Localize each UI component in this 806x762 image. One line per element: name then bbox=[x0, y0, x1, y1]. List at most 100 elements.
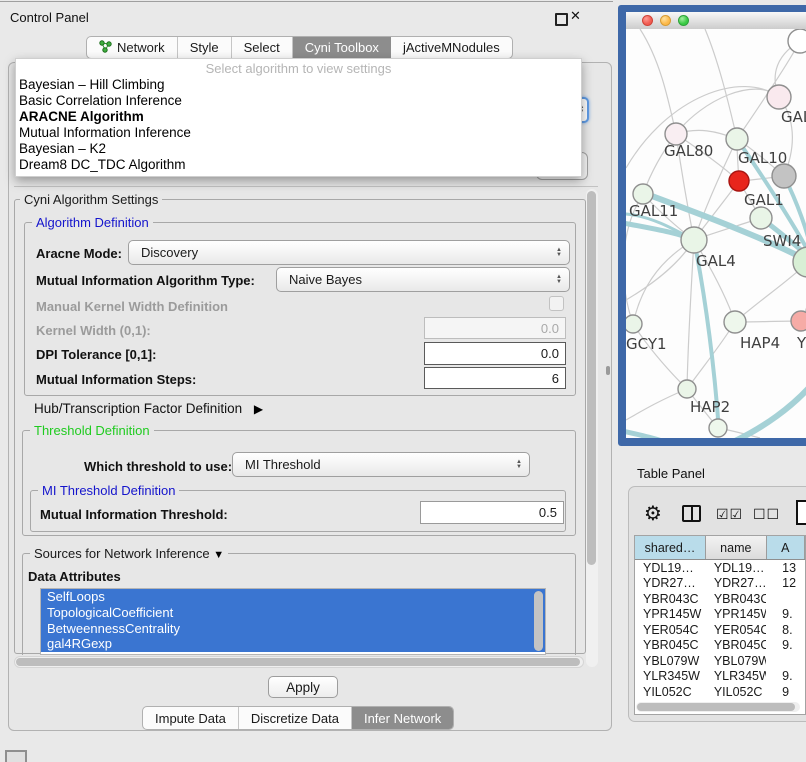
table-cell: YLR345W bbox=[706, 669, 766, 683]
network-node[interactable] bbox=[709, 419, 727, 437]
network-node[interactable] bbox=[626, 315, 642, 333]
attribute-list-item[interactable]: SelfLoops bbox=[41, 589, 545, 605]
tab-select[interactable]: Select bbox=[232, 37, 293, 58]
threshold-definition-title: Threshold Definition bbox=[30, 423, 154, 438]
float-panel-icon[interactable] bbox=[555, 13, 568, 26]
network-node[interactable] bbox=[772, 164, 796, 188]
tab-cyni-toolbox[interactable]: Cyni Toolbox bbox=[293, 37, 391, 58]
tab-impute-data[interactable]: Impute Data bbox=[143, 707, 239, 729]
network-canvas[interactable]: GALGAL80GAL10GAL1SWI4GAL11GAL4GCY1HAP4YH… bbox=[626, 29, 806, 438]
select-all-checkboxes-icon[interactable]: ☑☑ bbox=[716, 506, 743, 523]
export-table-icon[interactable] bbox=[796, 500, 806, 525]
network-edge bbox=[676, 89, 779, 134]
table-cell: YER054C bbox=[635, 623, 706, 637]
column-header-name[interactable]: name bbox=[706, 536, 767, 559]
apply-button[interactable]: Apply bbox=[268, 676, 338, 698]
close-panel-icon[interactable]: ✕ bbox=[570, 8, 581, 24]
deselect-all-checkboxes-icon[interactable]: ☐☐ bbox=[753, 506, 780, 523]
network-node[interactable] bbox=[681, 227, 707, 253]
network-node[interactable] bbox=[678, 380, 696, 398]
minimized-panel-button[interactable] bbox=[5, 750, 27, 762]
kernel-width-field[interactable]: 0.0 bbox=[424, 317, 566, 339]
table-row[interactable]: YDR27…YDR27…12 bbox=[635, 576, 805, 592]
algorithm-menu-item[interactable]: Dream8 DC_TDC Algorithm bbox=[16, 157, 581, 173]
table-settings-gear-icon[interactable]: ⚙ bbox=[644, 501, 662, 526]
mi-threshold-group-title: MI Threshold Definition bbox=[38, 483, 179, 498]
table-row[interactable]: YPR145WYPR145W9. bbox=[635, 607, 805, 623]
tab-select-label: Select bbox=[244, 40, 280, 55]
node-label: GAL10 bbox=[738, 149, 787, 167]
table-row[interactable]: YBR045CYBR045C9. bbox=[635, 638, 805, 654]
dpi-tolerance-field[interactable]: 0.0 bbox=[424, 342, 566, 365]
mi-threshold-field[interactable]: 0.5 bbox=[420, 501, 564, 524]
node-table: shared… name A YDL19…YDL19…13YDR27…YDR27… bbox=[634, 535, 806, 715]
network-node[interactable] bbox=[767, 85, 791, 109]
table-cell: YDL19… bbox=[635, 561, 706, 575]
attribute-list-item[interactable]: gal4RGexp bbox=[41, 636, 545, 652]
table-row[interactable]: YDL19…YDL19…13 bbox=[635, 560, 805, 576]
table-cell: YDL19… bbox=[706, 561, 766, 575]
algorithm-menu-item[interactable]: Mutual Information Inference bbox=[16, 125, 581, 141]
tab-discretize-data[interactable]: Discretize Data bbox=[239, 707, 352, 729]
column-header-partial[interactable]: A bbox=[767, 536, 805, 559]
algorithm-menu-hint: Select algorithm to view settings bbox=[16, 59, 581, 77]
table-cell: YBR045C bbox=[635, 638, 706, 652]
algorithm-menu-item[interactable]: Bayesian – Hill Climbing bbox=[16, 77, 581, 93]
table-cell: YDR27… bbox=[706, 576, 766, 590]
bottom-tabs: Impute Data Discretize Data Infer Networ… bbox=[142, 706, 454, 730]
control-panel-title: Control Panel bbox=[10, 10, 89, 25]
network-node[interactable] bbox=[788, 29, 806, 53]
settings-horizontal-scrollbar[interactable] bbox=[14, 656, 584, 668]
network-window-titlebar[interactable] bbox=[626, 12, 806, 30]
table-row[interactable]: YER054CYER054C8. bbox=[635, 622, 805, 638]
tab-infer-network[interactable]: Infer Network bbox=[352, 707, 453, 729]
close-window-icon[interactable] bbox=[642, 15, 653, 26]
table-cell: 12 bbox=[766, 576, 805, 590]
tab-network[interactable]: Network bbox=[87, 37, 178, 58]
attribute-list-item[interactable]: TopologicalCoefficient bbox=[41, 605, 545, 621]
tab-jactivemnodules[interactable]: jActiveMNodules bbox=[391, 37, 512, 58]
algorithm-menu-item[interactable]: Basic Correlation Inference bbox=[16, 93, 581, 109]
network-node[interactable] bbox=[729, 171, 749, 191]
tab-style[interactable]: Style bbox=[178, 37, 232, 58]
aracne-mode-combo[interactable]: Discovery ▲▼ bbox=[128, 240, 570, 265]
table-cell: YPR145W bbox=[706, 607, 766, 621]
algorithm-menu-item[interactable]: ARACNE Algorithm bbox=[16, 109, 581, 125]
data-attributes-list[interactable]: SelfLoopsTopologicalCoefficientBetweenne… bbox=[40, 588, 546, 655]
attribute-list-item[interactable]: BetweennessCentrality bbox=[41, 621, 545, 637]
settings-vertical-scrollbar[interactable] bbox=[586, 189, 598, 667]
aracne-mode-value: Discovery bbox=[141, 245, 198, 260]
network-node[interactable] bbox=[791, 311, 806, 331]
network-node[interactable] bbox=[724, 311, 746, 333]
tab-style-label: Style bbox=[190, 40, 219, 55]
network-edge bbox=[687, 240, 694, 389]
table-row[interactable]: YLR345WYLR345W9. bbox=[635, 669, 805, 685]
split-pane-grip[interactable] bbox=[606, 366, 610, 375]
which-threshold-combo[interactable]: MI Threshold ▲▼ bbox=[232, 452, 530, 477]
algorithm-menu-item[interactable]: Bayesian – K2 bbox=[16, 141, 581, 157]
mi-steps-field[interactable]: 6 bbox=[424, 367, 566, 389]
sources-group-title[interactable]: Sources for Network Inference ▼ bbox=[30, 546, 228, 561]
hub-definition-expander[interactable]: Hub/Transcription Factor Definition ▶ bbox=[34, 401, 263, 416]
table-row[interactable]: YBR043CYBR043C bbox=[635, 591, 805, 607]
network-node[interactable] bbox=[633, 184, 653, 204]
table-row[interactable]: YIL052CYIL052C9 bbox=[635, 684, 805, 700]
manual-kernel-checkbox[interactable] bbox=[549, 296, 564, 311]
column-header-shared-name[interactable]: shared… bbox=[635, 536, 706, 559]
mi-type-combo[interactable]: Naive Bayes ▲▼ bbox=[276, 267, 570, 292]
network-node[interactable] bbox=[750, 207, 772, 229]
table-horizontal-scrollbar[interactable] bbox=[636, 702, 800, 712]
network-node[interactable] bbox=[726, 128, 748, 150]
network-edge bbox=[705, 29, 737, 139]
table-row[interactable]: YBL079WYBL079W bbox=[635, 653, 805, 669]
cyni-algorithm-settings-title: Cyni Algorithm Settings bbox=[20, 192, 162, 207]
table-body: YDL19…YDL19…13YDR27…YDR27…12YBR043CYBR04… bbox=[635, 560, 805, 700]
column-visibility-icon[interactable] bbox=[682, 505, 701, 522]
minimize-window-icon[interactable] bbox=[660, 15, 671, 26]
list-vertical-scrollbar[interactable] bbox=[534, 591, 543, 651]
zoom-window-icon[interactable] bbox=[678, 15, 689, 26]
algorithm-dropdown-menu: Select algorithm to view settings Bayesi… bbox=[15, 58, 582, 177]
network-edge bbox=[640, 29, 676, 134]
node-label: GAL11 bbox=[629, 202, 678, 220]
node-label: HAP2 bbox=[690, 398, 730, 416]
